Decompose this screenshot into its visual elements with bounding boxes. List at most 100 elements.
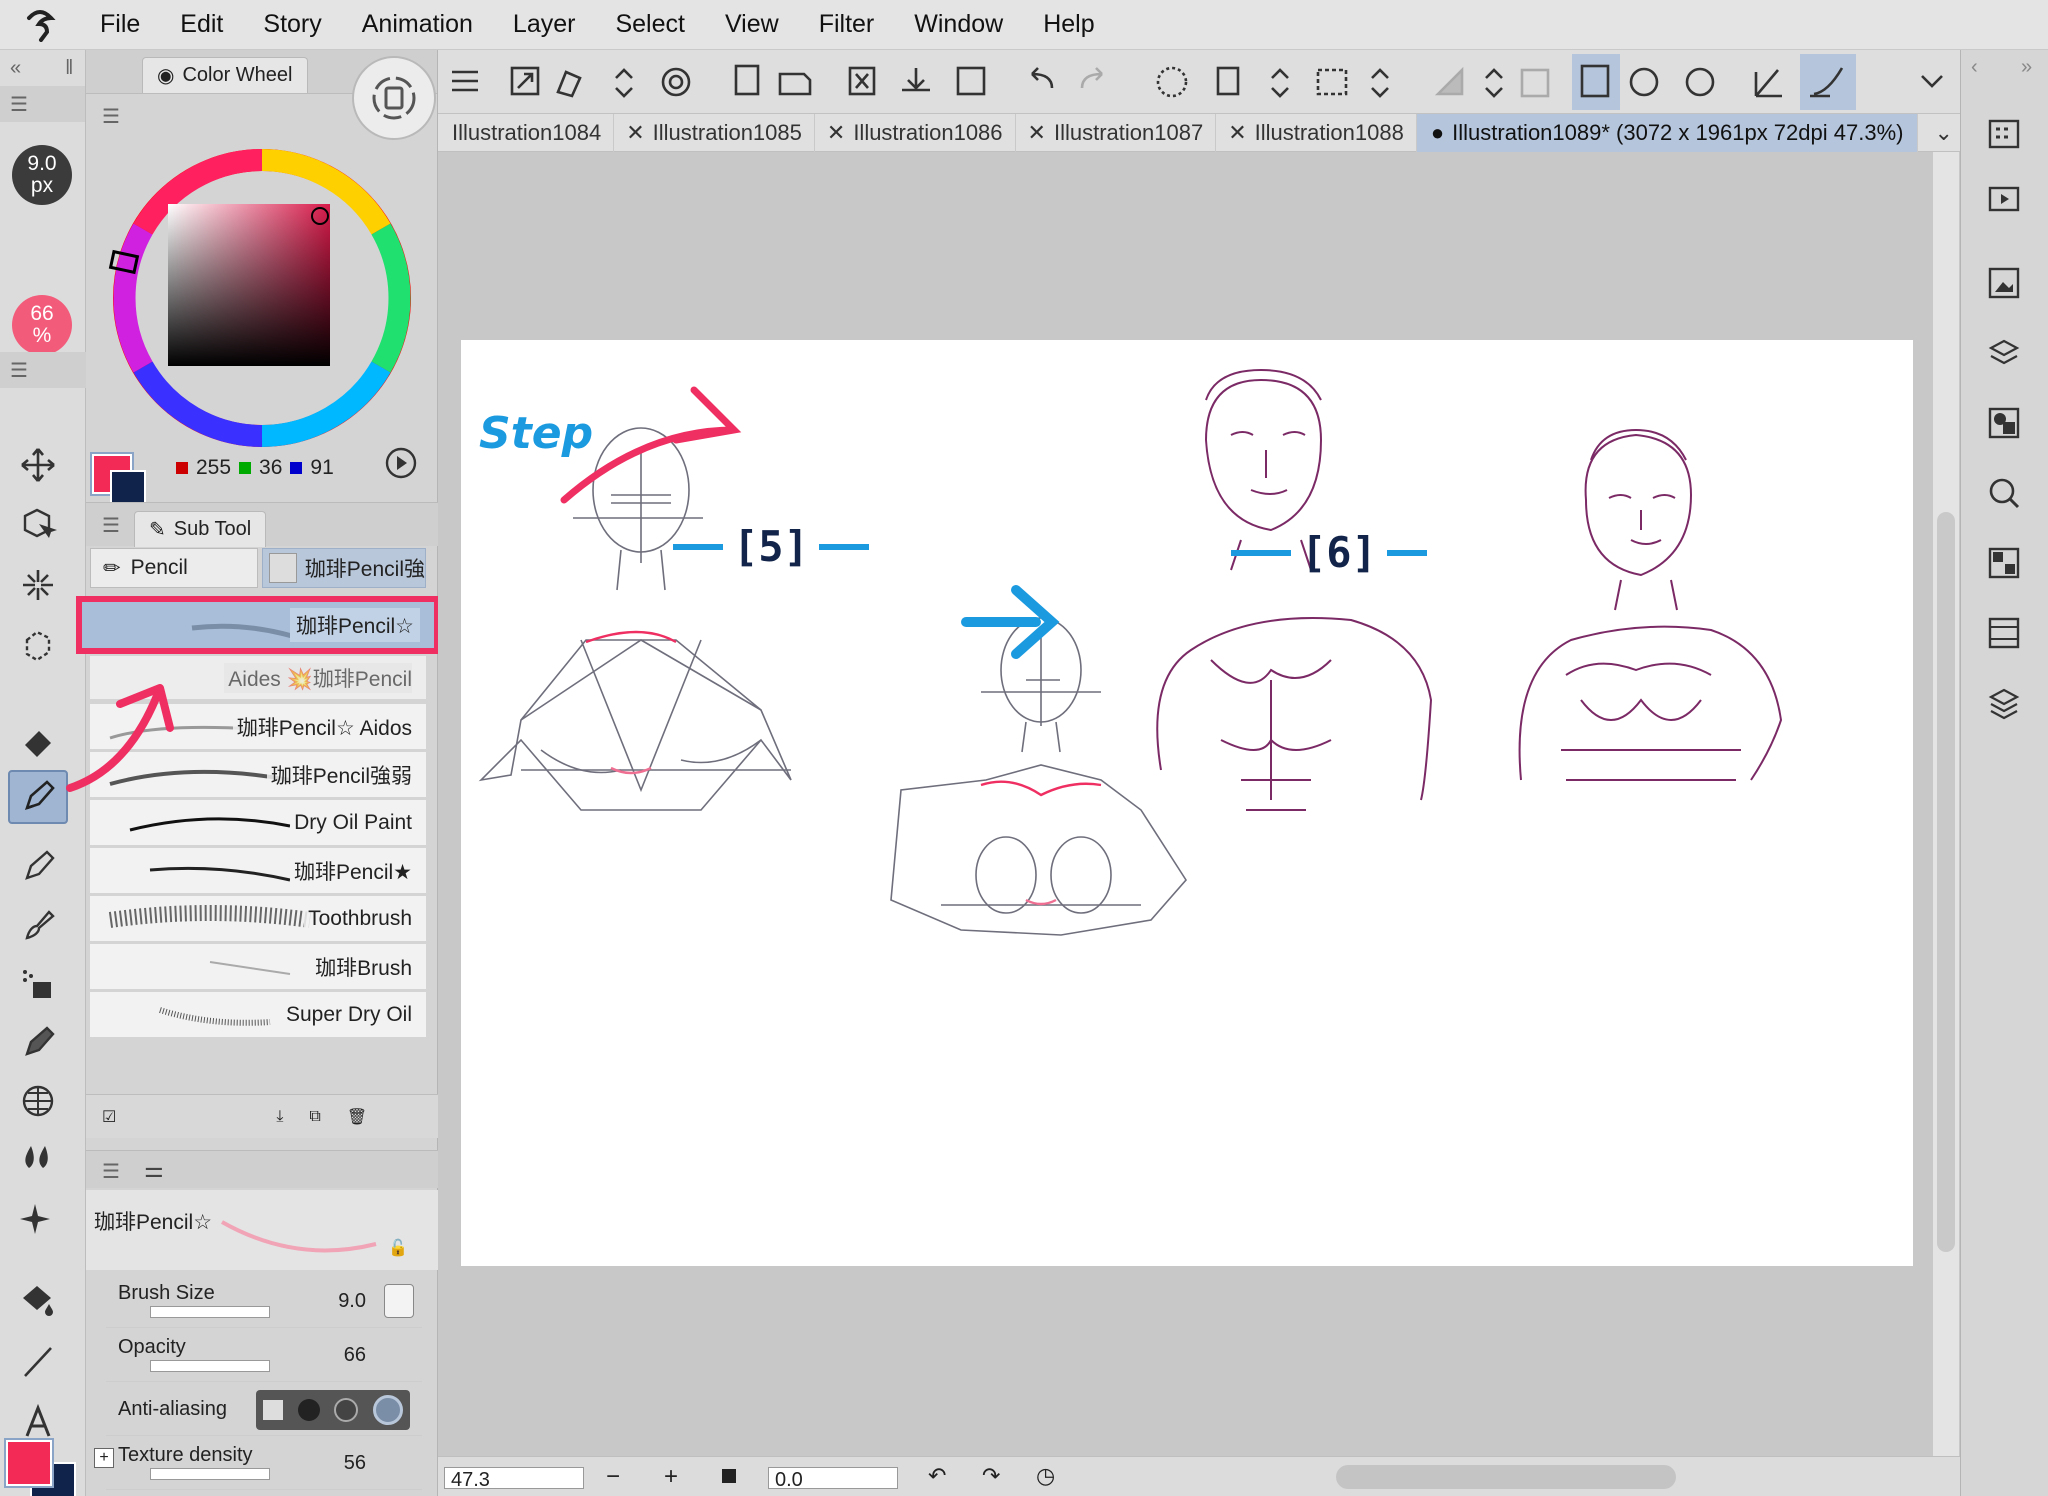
timeline-icon[interactable] [1981,174,2027,220]
duplicate-icon[interactable]: ⧉ [309,1108,320,1126]
tab-sub-tool[interactable]: ✎ Sub Tool [134,511,267,547]
wheel-sub-color-swatch[interactable] [110,470,146,506]
import-icon[interactable]: ⤓ [276,1108,283,1126]
brush-row[interactable]: Aides 💥珈琲Pencil [90,656,426,700]
close-icon[interactable]: ✕ [827,120,845,146]
page-manager-icon[interactable] [1981,110,2027,156]
redo-icon[interactable] [1078,50,1122,114]
opacity-row[interactable]: Opacity 66 [106,1330,422,1382]
close-icon[interactable]: ✕ [1028,120,1046,146]
app-logo-icon[interactable] [0,0,80,50]
color-wheel[interactable] [106,142,418,452]
panel-collapse-bar[interactable]: « ‖ [0,50,85,86]
rotate-right-icon[interactable]: ↷ [982,1463,1000,1489]
texture-density-value[interactable]: 56 [344,1452,366,1475]
doc-tab-active[interactable]: ● Illustration1089* (3072 x 1961px 72dpi … [1416,113,1919,152]
brush-row[interactable]: 珈琲Brush [90,944,426,990]
rotation-field[interactable]: 0.0 [768,1467,898,1491]
line-tool-icon[interactable] [8,1334,68,1388]
brush-size-slider[interactable] [150,1306,270,1318]
fill-tool-icon[interactable] [8,1272,68,1326]
doc-tab[interactable]: Illustration1084 [438,113,615,152]
collapse-right-icon[interactable]: » [2021,56,2032,79]
brush-size-check-button[interactable] [384,1284,414,1318]
fit-icon[interactable] [722,1469,736,1483]
texture-density-slider[interactable] [150,1468,270,1480]
lock-icon[interactable]: 🔓 [388,1238,408,1258]
hamburger-menu-icon[interactable] [438,50,482,114]
menu-help[interactable]: Help [1023,10,1114,39]
brush-row[interactable]: Dry Oil Paint [90,800,426,846]
brush-row[interactable]: Toothbrush [90,896,426,942]
layers-icon[interactable] [1981,680,2027,726]
menu-edit[interactable]: Edit [160,10,243,39]
zoom-out-icon[interactable]: − [606,1463,620,1491]
move-tool-icon[interactable] [8,438,68,492]
close-icon[interactable]: ✕ [1228,120,1246,146]
subtool-settings-icon[interactable]: ☑ [102,1107,116,1127]
tab-color-wheel[interactable]: ◉ Color Wheel [142,57,308,93]
search-layer-icon[interactable] [1981,470,2027,516]
doc-tab[interactable]: ✕ Illustration1087 [1016,113,1217,152]
sub-view-icon[interactable] [1981,400,2027,446]
menu-filter[interactable]: Filter [799,10,895,39]
main-color-swatch[interactable] [4,1438,54,1488]
opacity-indicator[interactable]: 66% [12,295,72,355]
menu-icon[interactable]: ☰ [10,358,28,383]
aa-medium-icon[interactable] [334,1398,359,1422]
drawing-canvas[interactable]: Step [5] [6] [461,340,1913,1266]
menu-icon[interactable]: ☰ [102,104,120,129]
menu-icon[interactable]: ☰ [102,1159,120,1184]
undo-icon[interactable] [1018,50,1062,114]
trash-icon[interactable]: 🗑 [347,1107,367,1127]
anti-aliasing-selector[interactable] [256,1390,410,1430]
aa-strong-icon[interactable] [372,1395,403,1425]
reset-rotation-icon[interactable]: ◷ [1036,1463,1055,1489]
menu-animation[interactable]: Animation [342,10,493,39]
aa-none-icon[interactable] [263,1400,284,1420]
vertical-scrollbar[interactable] [1933,152,1959,1456]
brush-row[interactable]: Super Dry Oil [90,992,426,1038]
sliders-icon[interactable]: ⚌ [144,1157,164,1183]
quick-access-button[interactable] [352,56,436,140]
brush-size-value[interactable]: 9.0 [338,1290,366,1313]
collapse-left-icon[interactable]: « [10,57,21,80]
menu-file[interactable]: File [80,10,160,39]
magic-wand-icon[interactable] [8,558,68,612]
doc-tab[interactable]: ✕ Illustration1088 [1216,113,1417,152]
vertical-scroll-thumb[interactable] [1937,512,1955,1252]
zoom-in-icon[interactable]: + [664,1463,678,1491]
eraser-tool-icon[interactable] [8,715,68,769]
doc-tab[interactable]: ✕ Illustration1085 [614,113,815,152]
close-icon[interactable]: ✕ [626,120,644,146]
resize-canvas-icon[interactable] [502,50,546,114]
brush-row[interactable]: 珈琲Pencil★ [90,848,426,894]
grid-tool-icon[interactable] [8,1074,68,1128]
brush-size-row[interactable]: Brush Size 9.0 [106,1276,422,1328]
texture-density-row[interactable]: + Texture density 56 [94,1438,422,1490]
menu-window[interactable]: Window [894,10,1023,39]
decoration-tool-icon[interactable] [8,1014,68,1068]
brush-tool-icon[interactable] [8,898,68,952]
navigator-icon[interactable] [1981,260,2027,306]
opacity-slider[interactable] [150,1360,270,1372]
airbrush-tool-icon[interactable] [8,956,68,1010]
blend-tool-icon[interactable] [8,1132,68,1186]
menu-select[interactable]: Select [595,10,704,39]
play-circle-icon[interactable] [384,446,418,480]
menu-story[interactable]: Story [243,10,341,39]
animation-cels-icon[interactable] [1981,610,2027,656]
horizontal-scroll-thumb[interactable] [1336,1465,1676,1489]
expand-icon[interactable]: + [94,1448,114,1468]
tabs-overflow-chevron-icon[interactable]: ⌄ [1934,120,1952,146]
pencil-tool-icon[interactable] [8,770,68,824]
opacity-value[interactable]: 66 [344,1344,366,1367]
lasso-selection-icon[interactable] [8,618,68,672]
brush-row[interactable]: 珈琲Pencil強弱 [90,752,426,798]
group-tab-pencil[interactable]: ✏ Pencil [90,548,258,588]
material-icon[interactable] [1981,540,2027,586]
group-tab-coffee-pencil[interactable]: 珈琲Pencil強 [262,548,426,588]
chevron-down-icon[interactable] [1914,50,1958,114]
menu-layer[interactable]: Layer [493,10,596,39]
anti-aliasing-row[interactable]: Anti-aliasing [106,1384,422,1436]
